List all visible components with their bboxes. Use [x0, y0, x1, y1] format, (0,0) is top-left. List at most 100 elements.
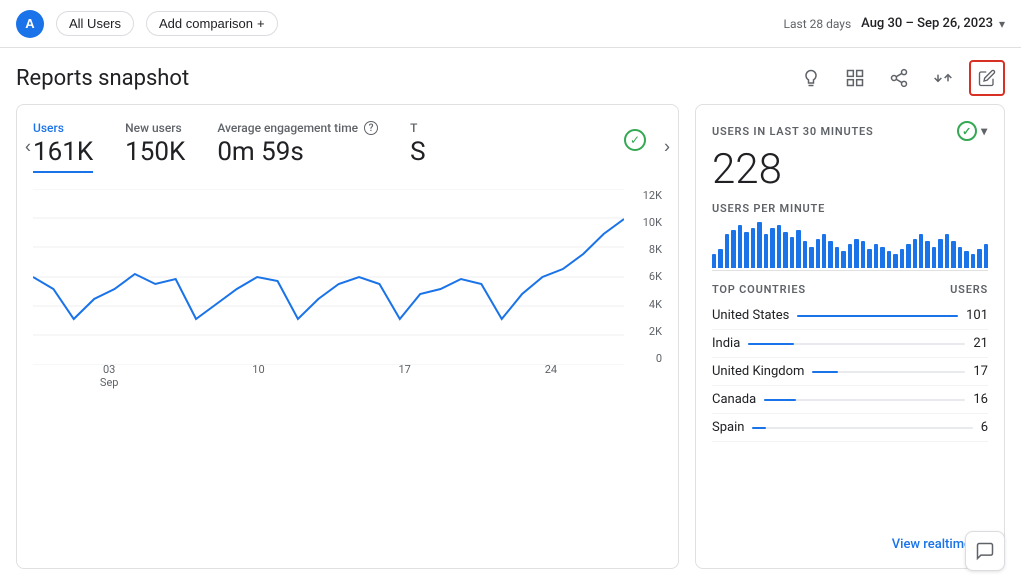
page-title: Reports snapshot	[16, 66, 189, 91]
country-bar-wrap	[797, 315, 958, 317]
mini-bar	[718, 249, 722, 268]
country-bar	[752, 427, 765, 429]
country-bar-wrap	[764, 399, 965, 401]
top-bar: A All Users Add comparison + Last 28 day…	[0, 0, 1021, 48]
metric-new-users: New users 150K	[125, 121, 185, 167]
info-icon: ?	[364, 121, 378, 135]
view-realtime-link[interactable]: View realtime →	[712, 528, 988, 552]
green-check-icon: ✓	[957, 121, 977, 141]
chat-bubble[interactable]	[965, 531, 1005, 571]
top-countries-header: TOP COUNTRIES USERS	[712, 283, 988, 296]
country-count: 17	[973, 364, 988, 379]
mini-bar	[913, 239, 917, 268]
metric-engagement-label: Average engagement time ?	[217, 121, 378, 135]
mini-bar	[796, 230, 800, 268]
mini-bar	[803, 241, 807, 268]
country-count: 6	[981, 420, 988, 435]
mini-bar	[938, 239, 942, 268]
users-per-minute-label: USERS PER MINUTE	[712, 202, 988, 215]
mini-bar	[764, 234, 768, 268]
mini-bar	[925, 241, 929, 268]
country-name: United States	[712, 308, 789, 323]
metric-engagement-value: 0m 59s	[217, 137, 378, 167]
realtime-header: USERS IN LAST 30 MINUTES ✓ ▾	[712, 121, 988, 141]
country-row: United Kingdom 17	[712, 358, 988, 386]
metrics-row: ‹ Users 161K New users 150K Average enga…	[33, 121, 662, 173]
header-icons	[793, 60, 1005, 96]
mini-bar	[770, 228, 774, 268]
right-nav-arrow[interactable]: ›	[664, 137, 670, 158]
country-bar	[797, 315, 958, 317]
add-comparison-button[interactable]: Add comparison +	[146, 11, 278, 36]
top-bar-right: Last 28 days Aug 30 – Sep 26, 2023 ▾	[784, 16, 1005, 31]
mini-bar	[900, 249, 904, 268]
line-chart	[33, 189, 624, 365]
metric-new-users-label: New users	[125, 121, 185, 135]
country-row: Canada 16	[712, 386, 988, 414]
top-bar-left: A All Users Add comparison +	[16, 10, 278, 38]
countries-list: United States 101 India 21 United Kingdo…	[712, 302, 988, 442]
mini-bar	[945, 234, 949, 268]
mini-bar	[725, 234, 729, 268]
add-icon: +	[257, 16, 265, 31]
mini-bar	[861, 241, 865, 268]
mini-bar	[867, 249, 871, 268]
chart-y-labels: 12K 10K 8K 6K 4K 2K 0	[630, 189, 662, 365]
page-header: Reports snapshot	[0, 48, 1021, 104]
realtime-label: USERS IN LAST 30 MINUTES	[712, 125, 874, 138]
x-label-24: 24	[545, 363, 557, 389]
edit-icon-button[interactable]	[969, 60, 1005, 96]
avatar-button[interactable]: A	[16, 10, 44, 38]
metric-underline	[33, 171, 93, 173]
mini-bar	[874, 244, 878, 268]
chart-area: 12K 10K 8K 6K 4K 2K 0 03 Sep 10 17	[33, 189, 662, 389]
metric-users-value: 161K	[33, 137, 93, 167]
top-countries-label: TOP COUNTRIES	[712, 283, 806, 296]
country-name: United Kingdom	[712, 364, 804, 379]
country-name: Spain	[712, 420, 744, 435]
metric-truncated-label: T	[410, 121, 425, 135]
mini-bar	[984, 244, 988, 268]
mini-bar	[828, 241, 832, 268]
country-name: India	[712, 336, 740, 351]
customize-icon-button[interactable]	[837, 60, 873, 96]
mini-bar	[893, 254, 897, 268]
left-nav-arrow[interactable]: ‹	[25, 137, 31, 158]
country-bar	[764, 399, 796, 401]
mini-bar	[951, 241, 955, 268]
country-count: 16	[973, 392, 988, 407]
mini-bar	[971, 254, 975, 268]
all-users-button[interactable]: All Users	[56, 11, 134, 36]
lightbulb-icon-button[interactable]	[793, 60, 829, 96]
mini-bar	[906, 244, 910, 268]
view-realtime-label: View realtime	[892, 537, 971, 552]
compare-icon-button[interactable]	[925, 60, 961, 96]
mini-bar	[757, 222, 761, 268]
mini-bar	[835, 247, 839, 268]
mini-bar	[790, 237, 794, 268]
chevron-down-icon: ▾	[999, 17, 1005, 31]
country-bar	[748, 343, 794, 345]
mini-bar	[731, 230, 735, 268]
left-panel: ‹ Users 161K New users 150K Average enga…	[16, 104, 679, 569]
mini-bar	[887, 251, 891, 268]
mini-bar	[919, 234, 923, 268]
chart-x-labels: 03 Sep 10 17 24	[33, 363, 624, 389]
bar-chart-mini	[712, 221, 988, 271]
share-icon-button[interactable]	[881, 60, 917, 96]
users-col-label: USERS	[950, 283, 988, 296]
dropdown-arrow[interactable]: ▾	[981, 124, 988, 138]
metric-truncated: T S	[410, 121, 425, 167]
realtime-count: 228	[712, 145, 988, 194]
right-panel: USERS IN LAST 30 MINUTES ✓ ▾ 228 USERS P…	[695, 104, 1005, 569]
mini-bar	[964, 251, 968, 268]
mini-bar	[751, 228, 755, 268]
country-count: 21	[973, 336, 988, 351]
mini-bar	[738, 225, 742, 268]
mini-bar	[841, 251, 845, 268]
country-row: United States 101	[712, 302, 988, 330]
country-bar-wrap	[752, 427, 972, 429]
mini-bar	[958, 247, 962, 268]
mini-bar	[880, 247, 884, 268]
date-dropdown-button[interactable]: ▾	[999, 17, 1005, 31]
